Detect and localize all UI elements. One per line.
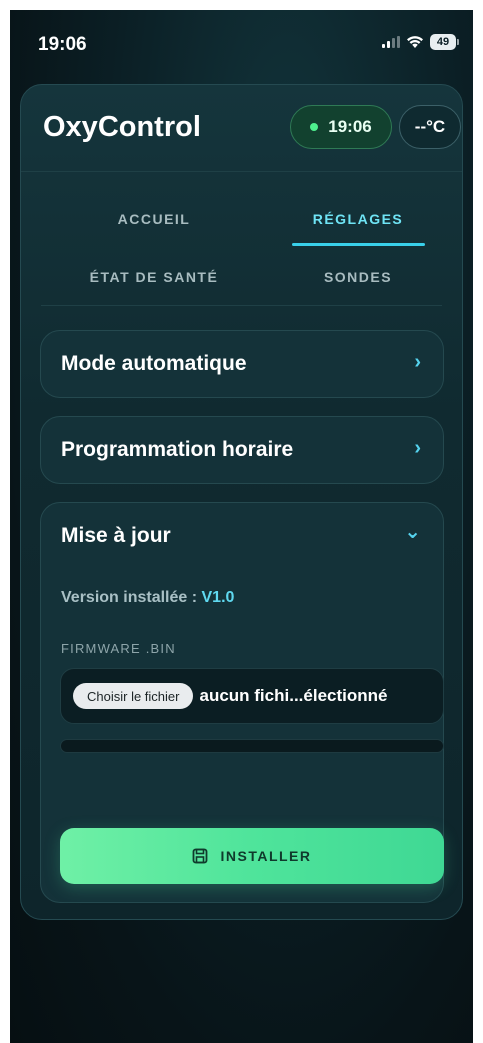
status-time: 19:06 xyxy=(38,34,87,55)
panel-title[interactable]: Mise à jour xyxy=(61,524,171,548)
tab-etat-de-sante[interactable]: ÉTAT DE SANTÉ xyxy=(74,269,234,285)
tab-sondes[interactable]: SONDES xyxy=(278,269,438,285)
battery-level: 49 xyxy=(430,34,456,50)
version-label: Version installée : xyxy=(61,589,202,606)
online-dot-icon xyxy=(310,123,319,131)
installed-version: Version installée : V1.0 xyxy=(61,589,234,607)
choose-file-button[interactable]: Choisir le fichier xyxy=(73,683,194,709)
battery-icon: 49 xyxy=(430,34,459,50)
app-title: OxyControl xyxy=(43,111,201,143)
install-button[interactable]: INSTALLER xyxy=(60,828,444,884)
status-icons: 49 xyxy=(382,34,459,50)
selected-file-name: aucun fichi...électionné xyxy=(199,686,388,705)
tabs-divider xyxy=(41,305,442,306)
phone-screen: 19:06 49 OxyControl 19:06 --°C ACCUEIL R… xyxy=(10,10,473,1043)
tab-reglages[interactable]: RÉGLAGES xyxy=(278,211,438,227)
panel-title: Mode automatique xyxy=(61,352,247,375)
chevron-right-icon: › xyxy=(414,437,421,459)
chevron-down-icon[interactable]: ⌄ xyxy=(404,519,421,544)
panel-mise-a-jour: Mise à jour ⌄ Version installée : V1.0 F… xyxy=(40,502,444,903)
clock-value: 19:06 xyxy=(328,117,372,136)
panel-title: Programmation horaire xyxy=(61,438,294,461)
active-tab-indicator xyxy=(292,243,425,246)
temperature-badge: --°C xyxy=(399,105,461,149)
tab-accueil[interactable]: ACCUEIL xyxy=(74,211,234,227)
status-bar: 19:06 49 xyxy=(10,10,473,72)
panel-programmation-horaire[interactable]: Programmation horaire › xyxy=(40,416,444,484)
panel-mode-automatique[interactable]: Mode automatique › xyxy=(40,330,444,398)
save-icon xyxy=(193,848,208,864)
header-divider xyxy=(21,171,462,172)
signal-icon xyxy=(382,36,400,48)
firmware-label: FIRMWARE .BIN xyxy=(61,641,176,656)
firmware-file-input[interactable]: Choisir le fichier aucun fichi...électio… xyxy=(60,668,444,724)
version-value: V1.0 xyxy=(201,589,235,606)
install-label: INSTALLER xyxy=(220,848,312,864)
main-card: OxyControl 19:06 --°C ACCUEIL RÉGLAGES É… xyxy=(20,84,463,920)
clock-badge: 19:06 xyxy=(290,105,392,149)
upload-progress-bar xyxy=(60,739,444,753)
chevron-right-icon: › xyxy=(414,351,421,373)
wifi-icon xyxy=(407,36,423,48)
